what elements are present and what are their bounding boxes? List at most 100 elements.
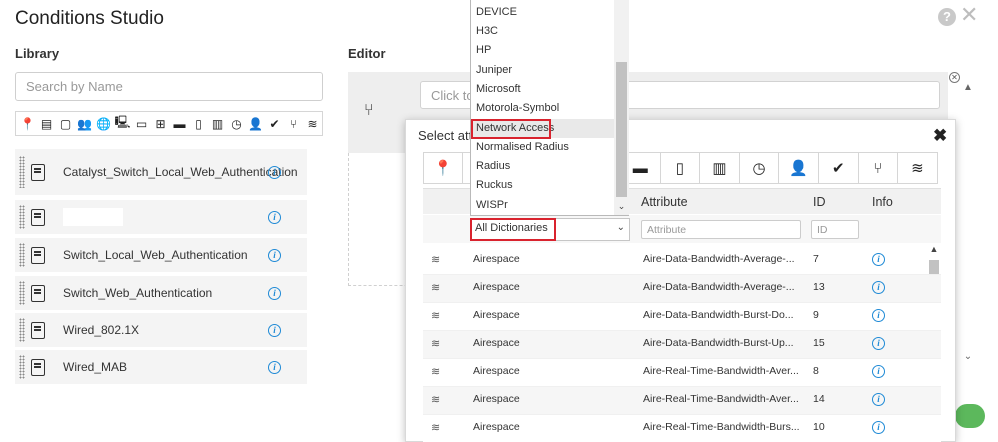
table-scrollbar[interactable]: ▲ xyxy=(927,244,941,442)
table-row[interactable]: ≋ Airespace Aire-Data-Bandwidth-Burst-Up..… xyxy=(423,331,941,359)
wifi-icon: ≋ xyxy=(431,254,441,266)
library-search-input[interactable] xyxy=(15,72,323,101)
dropdown-option[interactable]: WISPr xyxy=(471,196,615,215)
info-icon[interactable]: i xyxy=(872,337,885,350)
dictionary-icon[interactable]: ▤ xyxy=(37,117,56,131)
remove-condition-icon[interactable]: ✕ xyxy=(949,72,960,83)
library-item-label xyxy=(63,208,123,226)
use-button[interactable] xyxy=(955,404,985,428)
card-icon[interactable]: ▬ xyxy=(170,117,189,131)
drag-handle-icon[interactable] xyxy=(19,205,25,229)
user-icon[interactable]: 👤 xyxy=(246,117,265,131)
drag-handle-icon[interactable] xyxy=(19,281,25,305)
drag-handle-icon[interactable] xyxy=(19,243,25,267)
library-item[interactable]: Wired_MAB i xyxy=(15,350,307,384)
clock-icon[interactable]: ◷ xyxy=(227,117,246,131)
square-icon[interactable]: ▢ xyxy=(56,117,75,131)
scroll-down-icon[interactable]: ⌄ xyxy=(961,351,975,362)
drag-handle-icon[interactable] xyxy=(19,318,25,342)
condition-tree-icon[interactable]: ⑂ xyxy=(858,152,899,184)
row-dictionary: Airespace xyxy=(473,393,520,405)
scroll-up-icon[interactable]: ▲ xyxy=(927,244,941,254)
file-icon[interactable]: ▯ xyxy=(189,117,208,131)
library-item[interactable]: Switch_Web_Authentication i xyxy=(15,276,307,310)
wifi-icon[interactable]: ≋ xyxy=(898,152,938,184)
dropdown-option[interactable]: HP xyxy=(471,41,615,60)
library-item[interactable]: Catalyst_Switch_Local_Web_Authentication… xyxy=(15,149,307,195)
info-icon[interactable]: i xyxy=(268,323,281,337)
attribute-filter-input[interactable]: Attribute xyxy=(641,220,801,239)
clock-icon[interactable]: ◷ xyxy=(739,152,780,184)
info-icon[interactable]: i xyxy=(268,165,281,179)
row-attribute: Aire-Real-Time-Bandwidth-Aver... xyxy=(643,365,799,377)
dictionary-dropdown-list: DEVICE H3C HP Juniper Microsoft Motorola… xyxy=(470,0,629,216)
dropdown-option[interactable]: Ruckus xyxy=(471,176,615,195)
scroll-thumb[interactable] xyxy=(929,260,939,274)
library-item[interactable]: Wired_802.1X i xyxy=(15,313,307,347)
info-icon[interactable]: i xyxy=(872,393,885,406)
info-icon[interactable]: i xyxy=(872,309,885,322)
scroll-up-icon[interactable]: ▲ xyxy=(961,82,975,93)
check-circle-icon[interactable]: ✔ xyxy=(265,117,284,131)
map-pin-icon[interactable]: 📍 xyxy=(18,117,37,131)
attribute-table: ≋ Airespace Aire-Data-Bandwidth-Average-..… xyxy=(423,247,941,442)
table-row[interactable]: ≋ Airespace Aire-Real-Time-Bandwidth-Burs.… xyxy=(423,415,941,442)
drag-handle-icon[interactable] xyxy=(19,155,25,189)
group-icon[interactable]: 👥 xyxy=(75,117,94,131)
dropdown-scrollbar[interactable]: ⌄ xyxy=(614,0,629,215)
info-icon[interactable]: i xyxy=(268,248,281,262)
condition-tree-icon[interactable]: ⑂ xyxy=(284,117,303,131)
row-attribute: Aire-Real-Time-Bandwidth-Burs... xyxy=(643,421,800,433)
library-item[interactable]: Switch_Local_Web_Authentication i xyxy=(15,238,307,272)
drag-handle-icon[interactable] xyxy=(19,355,25,379)
library-item[interactable]: i xyxy=(15,200,307,234)
table-row[interactable]: ≋ Airespace Aire-Real-Time-Bandwidth-Aver.… xyxy=(423,387,941,415)
scroll-thumb[interactable] xyxy=(616,62,627,197)
screen-icon[interactable]: ▭ xyxy=(132,117,151,131)
close-icon[interactable]: ✖ xyxy=(933,126,947,146)
editor-heading: Editor xyxy=(348,46,386,61)
column-id[interactable]: ID xyxy=(813,195,826,209)
chevron-down-icon[interactable]: ⌄ xyxy=(617,222,625,233)
dropdown-option[interactable]: Radius xyxy=(471,157,615,176)
info-icon[interactable]: i xyxy=(268,286,281,300)
close-icon[interactable]: ✕ xyxy=(960,4,978,26)
id-filter-input[interactable]: ID xyxy=(811,220,859,239)
device-icon xyxy=(31,358,45,376)
dropdown-option[interactable]: Microsoft xyxy=(471,80,615,99)
network-icon[interactable]: ⊞ xyxy=(151,117,170,131)
user-icon[interactable]: 👤 xyxy=(779,152,819,184)
device-icon[interactable]: ▥ xyxy=(700,152,740,184)
dropdown-option[interactable]: Juniper xyxy=(471,61,615,80)
device-icon xyxy=(31,321,45,339)
globe-icon[interactable]: 🌐 xyxy=(94,117,113,131)
dropdown-option[interactable]: Motorola-Symbol xyxy=(471,99,615,118)
table-row[interactable]: ≋ Airespace Aire-Data-Bandwidth-Average-..… xyxy=(423,275,941,303)
column-attribute[interactable]: Attribute xyxy=(641,195,688,209)
row-dictionary: Airespace xyxy=(473,309,520,321)
editor-scrollbar[interactable]: ▲ ⌄ xyxy=(961,82,975,362)
map-pin-icon[interactable]: 📍 xyxy=(423,152,463,184)
dropdown-option[interactable]: Normalised Radius xyxy=(471,138,615,157)
scroll-down-icon[interactable]: ⌄ xyxy=(614,201,629,212)
info-icon[interactable]: i xyxy=(268,210,281,224)
dropdown-option[interactable]: H3C xyxy=(471,22,615,41)
row-id: 8 xyxy=(813,365,819,377)
file-icon[interactable]: ▯ xyxy=(660,152,701,184)
table-row[interactable]: ≋ Airespace Aire-Data-Bandwidth-Burst-Do..… xyxy=(423,303,941,331)
table-row[interactable]: ≋ Airespace Aire-Real-Time-Bandwidth-Aver.… xyxy=(423,359,941,387)
info-icon[interactable]: i xyxy=(268,360,281,374)
info-icon[interactable]: i xyxy=(872,281,885,294)
info-icon[interactable]: i xyxy=(872,253,885,266)
dropdown-option[interactable]: DEVICE xyxy=(471,3,615,22)
help-icon[interactable]: ? xyxy=(938,8,956,26)
check-circle-icon[interactable]: ✔ xyxy=(818,152,859,184)
info-icon[interactable]: i xyxy=(872,421,885,434)
device-icon[interactable]: ▥ xyxy=(208,117,227,131)
row-dictionary: Airespace xyxy=(473,281,520,293)
wifi-icon[interactable]: ≋ xyxy=(303,117,322,131)
monitor-icon[interactable]: 🖳 xyxy=(113,113,132,134)
table-row[interactable]: ≋ Airespace Aire-Data-Bandwidth-Average-..… xyxy=(423,247,941,275)
row-dictionary: Airespace xyxy=(473,421,520,433)
info-icon[interactable]: i xyxy=(872,365,885,378)
